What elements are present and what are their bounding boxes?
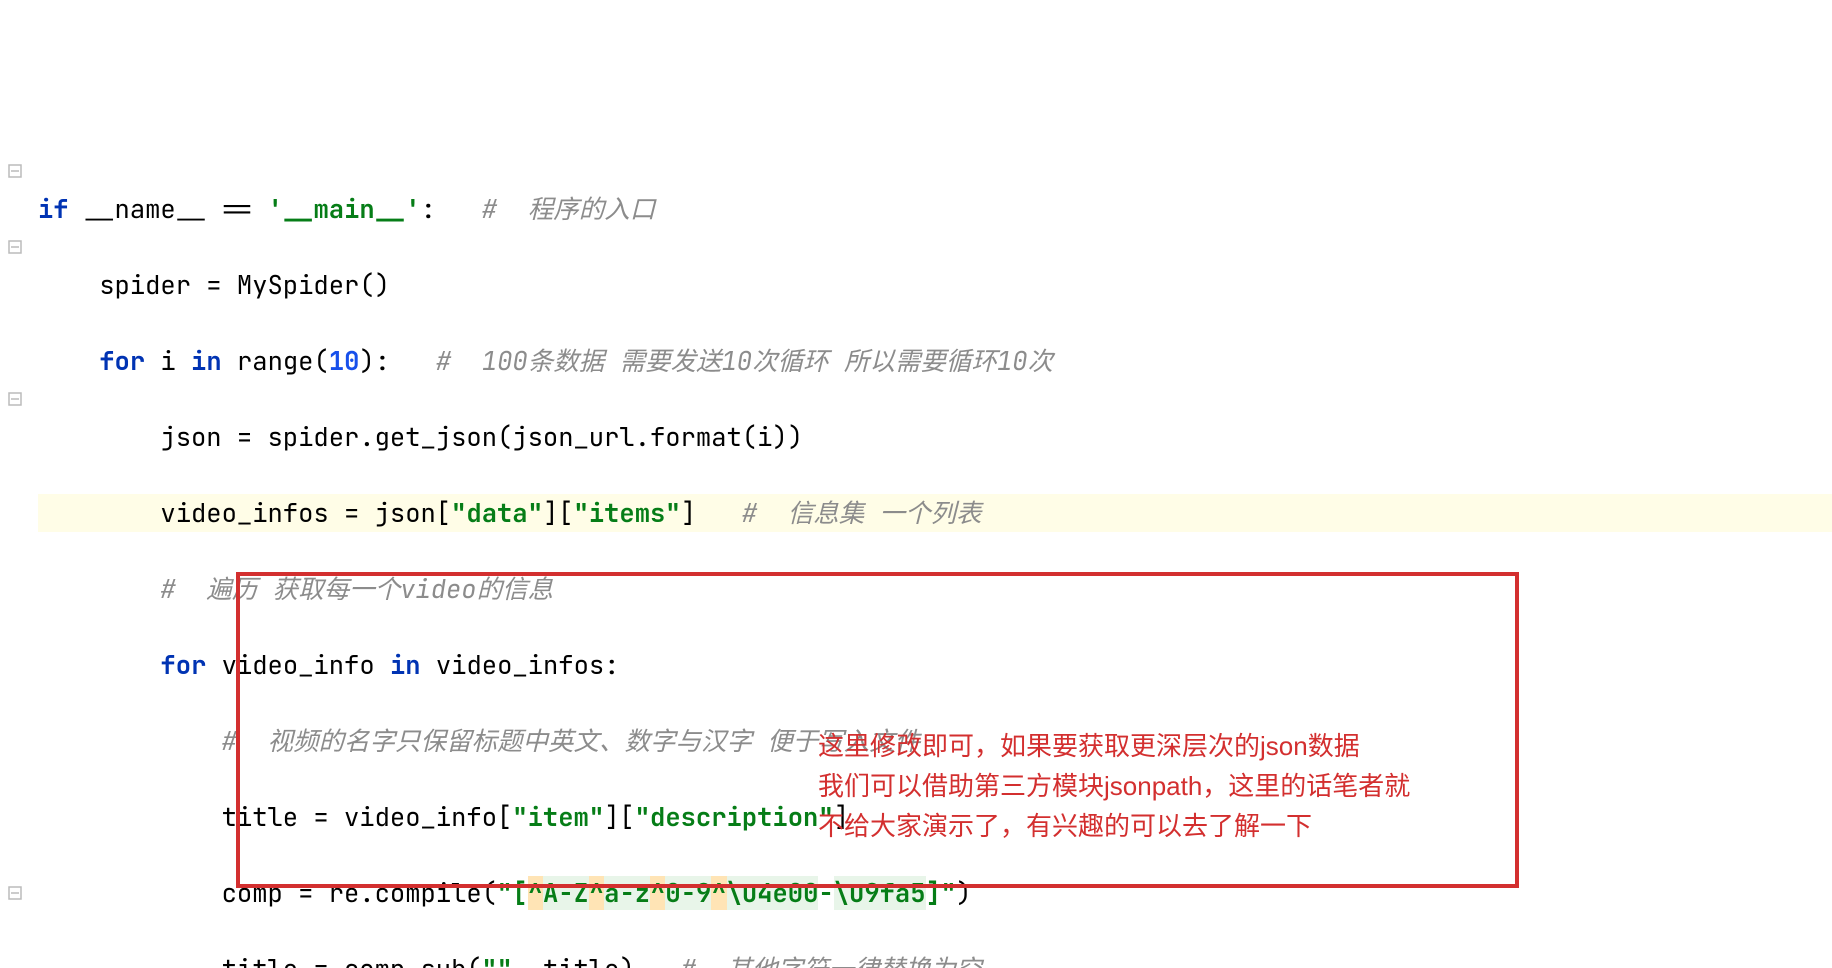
code-line: # 遍历 获取每一个video的信息: [38, 570, 1832, 608]
code-line: if __name__ == '__main__': # 程序的入口: [38, 190, 1832, 228]
fold-icon[interactable]: [2, 228, 28, 266]
code-line: json = spider.get_json(json_url.format(i…: [38, 418, 1832, 456]
fold-icon[interactable]: [2, 874, 28, 912]
code-line: title = comp.sub("", title) # 其他字符一律替换为空: [38, 950, 1832, 968]
code-line: spider = MySpider(): [38, 266, 1832, 304]
code-line: comp = re.compile("[^A-Z^a-z^0-9^\u4e00-…: [38, 874, 1832, 912]
code-line: for i in range(10): # 100条数据 需要发送10次循环 所…: [38, 342, 1832, 380]
fold-icon[interactable]: [2, 380, 28, 418]
code-editor[interactable]: if __name__ == '__main__': # 程序的入口 spide…: [0, 152, 1832, 968]
annotation-text: 这里修改即可，如果要获取更深层次的json数据 我们可以借助第三方模块jsonp…: [818, 726, 1498, 846]
gutter: [0, 152, 30, 968]
code-line: for video_info in video_infos:: [38, 646, 1832, 684]
code-line: video_infos = json["data"]["items"] # 信息…: [38, 494, 1832, 532]
fold-icon[interactable]: [2, 152, 28, 190]
code-area[interactable]: if __name__ == '__main__': # 程序的入口 spide…: [30, 152, 1832, 968]
